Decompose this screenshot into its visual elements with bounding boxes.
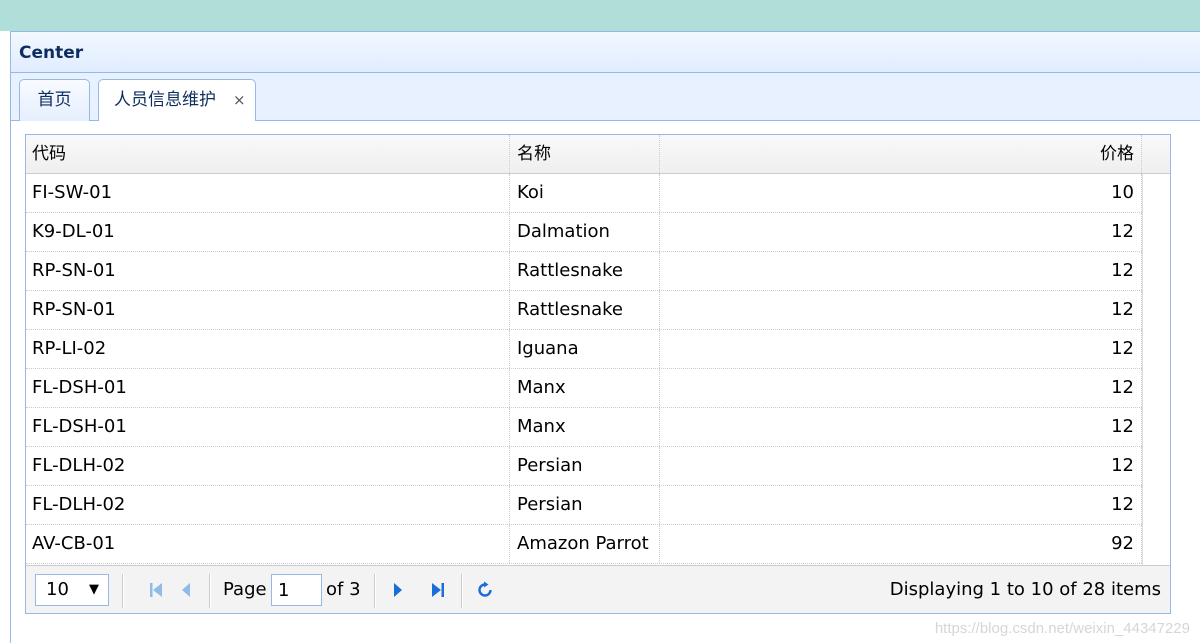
grid-header: 代码 名称 价格 [26, 135, 1170, 174]
cell-code: FI-SW-01 [26, 174, 510, 212]
cell-name: Persian [510, 486, 660, 524]
cell-name: Rattlesnake [510, 252, 660, 290]
cell-name: Persian [510, 447, 660, 485]
column-header-name[interactable]: 名称 [510, 135, 660, 173]
data-grid: 代码 名称 价格 FI-SW-01 Koi 10 K9-DL-01 Dalmat… [25, 134, 1171, 614]
pager-separator [374, 574, 376, 608]
page-number-input[interactable] [271, 574, 322, 606]
tabs-bar: 首页 人员信息维护 × [11, 73, 1200, 122]
cell-code: K9-DL-01 [26, 213, 510, 251]
panel-header: Center [11, 31, 1200, 73]
column-header-spacer [1142, 135, 1170, 173]
table-row[interactable]: RP-SN-01 Rattlesnake 12 [26, 252, 1142, 291]
table-row[interactable]: RP-SN-01 Rattlesnake 12 [26, 291, 1142, 330]
tab-home-label: 首页 [37, 90, 72, 110]
table-row[interactable]: FL-DSH-01 Manx 12 [26, 408, 1142, 447]
pager-separator [122, 574, 124, 608]
cell-price: 12 [660, 369, 1142, 407]
cell-price: 12 [660, 447, 1142, 485]
first-page-icon[interactable] [143, 576, 169, 604]
cell-code: AV-CB-01 [26, 525, 510, 563]
tab-content: 代码 名称 价格 FI-SW-01 Koi 10 K9-DL-01 Dalmat… [11, 121, 1200, 643]
table-row[interactable]: RP-LI-02 Iguana 12 [26, 330, 1142, 369]
prev-page-icon[interactable] [173, 576, 199, 604]
close-icon[interactable]: × [233, 80, 246, 120]
cell-code: RP-SN-01 [26, 252, 510, 290]
panel-title: Center [19, 43, 84, 63]
top-band [0, 0, 1200, 31]
cell-name: Rattlesnake [510, 291, 660, 329]
page-count-label: of 3 [326, 579, 361, 600]
page-size-value: 10 [46, 579, 69, 600]
table-row[interactable]: AV-CB-01 Amazon Parrot 92 [26, 525, 1142, 564]
tab-home[interactable]: 首页 [19, 79, 90, 121]
grid-body: FI-SW-01 Koi 10 K9-DL-01 Dalmation 12 RP… [26, 174, 1142, 564]
watermark: https://blog.csdn.net/weixin_44347229 [934, 620, 1190, 637]
cell-code: FL-DLH-02 [26, 447, 510, 485]
cell-price: 12 [660, 213, 1142, 251]
cell-name: Dalmation [510, 213, 660, 251]
tab-personnel-info-label: 人员信息维护 [114, 90, 216, 110]
cell-name: Manx [510, 369, 660, 407]
cell-code: FL-DSH-01 [26, 369, 510, 407]
tab-personnel-info[interactable]: 人员信息维护 × [98, 79, 256, 122]
cell-price: 10 [660, 174, 1142, 212]
chevron-down-icon: ▼ [89, 582, 99, 597]
table-row[interactable]: FL-DLH-02 Persian 12 [26, 486, 1142, 525]
pager-separator [461, 574, 463, 608]
cell-name: Amazon Parrot [510, 525, 660, 563]
table-row[interactable]: FL-DSH-01 Manx 12 [26, 369, 1142, 408]
cell-code: FL-DLH-02 [26, 486, 510, 524]
cell-code: RP-SN-01 [26, 291, 510, 329]
cell-price: 12 [660, 486, 1142, 524]
page-label: Page [223, 579, 267, 600]
cell-price: 12 [660, 291, 1142, 329]
table-row[interactable]: K9-DL-01 Dalmation 12 [26, 213, 1142, 252]
next-page-icon[interactable] [385, 576, 411, 604]
cell-name: Manx [510, 408, 660, 446]
page-size-select[interactable]: 10 ▼ [35, 574, 109, 606]
table-row[interactable]: FL-DLH-02 Persian 12 [26, 447, 1142, 486]
pagination-bar: 10 ▼ Page of 3 [26, 565, 1170, 613]
pager-separator [209, 574, 211, 608]
center-panel: Center 首页 人员信息维护 × 代码 名称 价格 FI-SW-01 Koi… [10, 31, 1200, 643]
cell-code: FL-DSH-01 [26, 408, 510, 446]
cell-price: 12 [660, 252, 1142, 290]
cell-name: Koi [510, 174, 660, 212]
cell-name: Iguana [510, 330, 660, 368]
refresh-icon[interactable] [472, 576, 498, 604]
display-info: Displaying 1 to 10 of 28 items [889, 579, 1161, 600]
column-header-price[interactable]: 价格 [660, 135, 1142, 173]
last-page-icon[interactable] [425, 576, 451, 604]
cell-price: 12 [660, 330, 1142, 368]
cell-price: 12 [660, 408, 1142, 446]
column-header-code[interactable]: 代码 [26, 135, 510, 173]
grid-scroll-gutter [1142, 174, 1170, 565]
table-row[interactable]: FI-SW-01 Koi 10 [26, 174, 1142, 213]
cell-code: RP-LI-02 [26, 330, 510, 368]
cell-price: 92 [660, 525, 1142, 563]
